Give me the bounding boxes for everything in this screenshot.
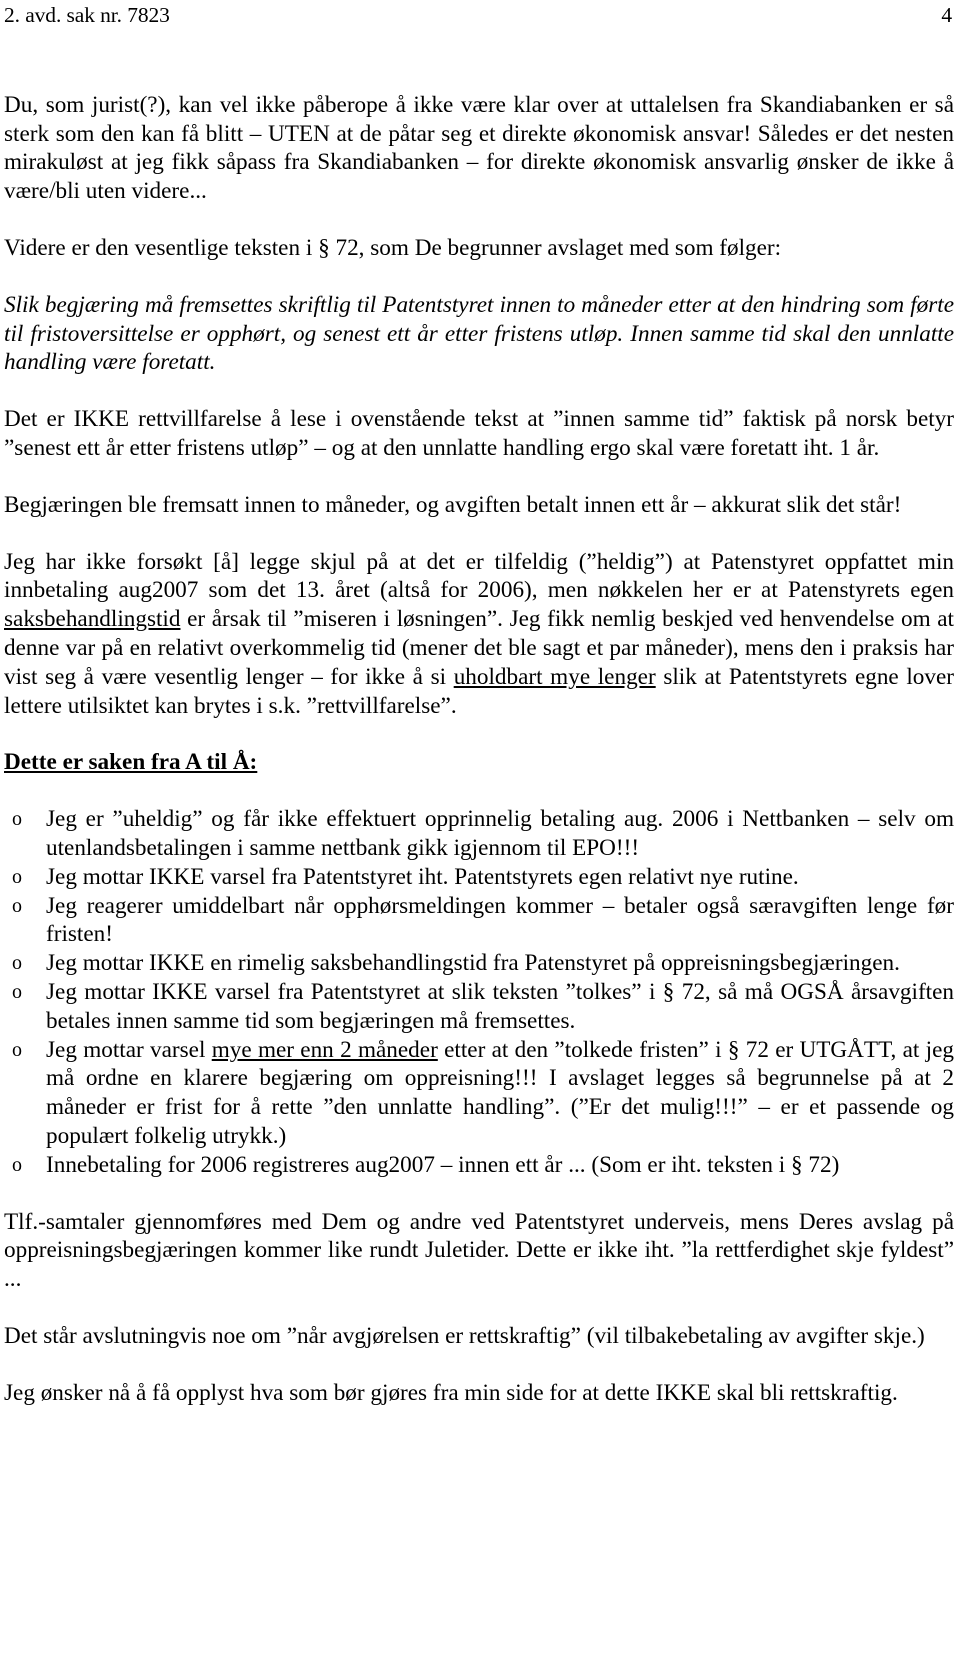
paragraph-3: Det er IKKE rettvillfarelse å lese i ove…: [4, 406, 954, 461]
bullet-marker-icon: o: [12, 952, 22, 975]
paragraph-5: Jeg har ikke forsøkt [å] legge skjul på …: [4, 548, 954, 721]
paragraph-8: Jeg ønsker nå å få opplyst hva som bør g…: [4, 1379, 898, 1406]
list-item-text: Jeg mottar IKKE en rimelig saksbehandlin…: [46, 950, 900, 977]
list-item: o Innebetaling for 2006 registreres aug2…: [4, 1151, 954, 1180]
list-item-text-part-1: Jeg mottar varsel: [46, 1036, 212, 1063]
list-item-text: Jeg mottar varsel mye mer enn 2 måneder …: [46, 1036, 954, 1151]
list-item: o Jeg mottar IKKE en rimelig saksbehandl…: [4, 949, 954, 978]
bullet-marker-icon: o: [12, 865, 22, 888]
list-item-text: Jeg reagerer umiddelbart når opphørsmeld…: [46, 892, 954, 948]
paragraph-5-text-part-1: Jeg har ikke forsøkt [å] legge skjul på …: [4, 548, 954, 604]
case-number: 2. avd. sak nr. 7823: [4, 3, 170, 27]
list-item: o Jeg mottar varsel mye mer enn 2 månede…: [4, 1036, 954, 1151]
section-heading: Dette er saken fra A til Å:: [4, 749, 258, 776]
list-item: o Jeg mottar IKKE varsel fra Patentstyre…: [4, 978, 954, 1036]
bullet-marker-icon: o: [12, 1153, 22, 1176]
bullet-marker-icon: o: [12, 894, 22, 917]
bullet-marker-icon: o: [12, 980, 22, 1003]
list-item: o Jeg er ”uheldig” og får ikke effektuer…: [4, 805, 954, 863]
paragraph-7: Det står avslutningvis noe om ”når avgjø…: [4, 1322, 925, 1349]
summary-bullet-list: o Jeg er ”uheldig” og får ikke effektuer…: [4, 805, 954, 1179]
underlined-term-mye-mer-enn-2-maneder: mye mer enn 2 måneder: [211, 1036, 438, 1063]
paragraph-2: Videre er den vesentlige teksten i § 72,…: [4, 234, 782, 261]
list-item-text: Jeg er ”uheldig” og får ikke effektuert …: [46, 806, 954, 861]
paragraph-1: Du, som jurist(?), kan vel ikke påberope…: [4, 91, 954, 205]
list-item-text: Jeg mottar IKKE varsel fra Patentstyret …: [46, 978, 954, 1034]
running-head: 2. avd. sak nr. 7823 4: [4, 0, 954, 29]
list-item: o Jeg reagerer umiddelbart når opphørsme…: [4, 892, 954, 950]
bullet-marker-icon: o: [12, 808, 22, 831]
list-item: o Jeg mottar IKKE varsel fra Patentstyre…: [4, 863, 954, 892]
underlined-term-uholdbart-mye-lenger: uholdbart mye lenger: [453, 663, 656, 690]
document-page: 2. avd. sak nr. 7823 4 Du, som jurist(?)…: [0, 0, 960, 1670]
bullet-marker-icon: o: [12, 1038, 22, 1061]
statute-quote: Slik begjæring må fremsettes skriftlig t…: [4, 291, 954, 376]
paragraph-4: Begjæringen ble fremsatt innen to månede…: [4, 491, 902, 518]
document-body: Du, som jurist(?), kan vel ikke påberope…: [4, 91, 954, 1408]
page-number: 4: [941, 3, 952, 27]
list-item-text: Jeg mottar IKKE varsel fra Patentstyret …: [46, 863, 799, 890]
paragraph-6: Tlf.-samtaler gjennomføres med Dem og an…: [4, 1208, 954, 1293]
list-item-text: Innebetaling for 2006 registreres aug200…: [46, 1151, 840, 1178]
underlined-term-saksbehandlingstid: saksbehandlingstid: [4, 606, 181, 633]
